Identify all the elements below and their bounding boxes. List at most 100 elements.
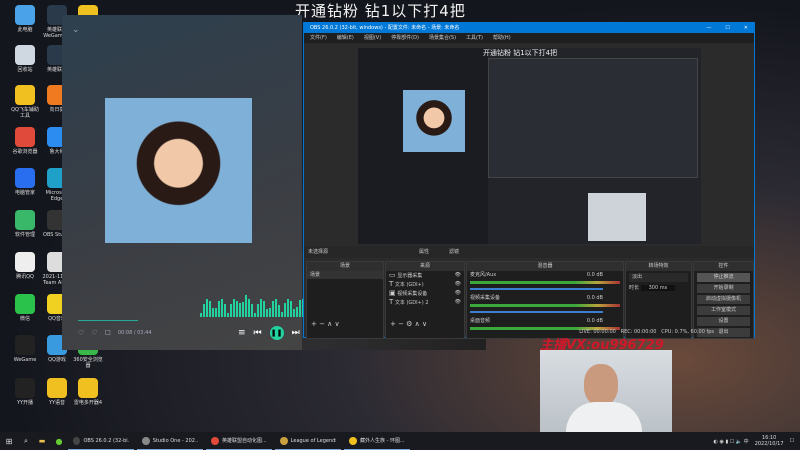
desktop-icon[interactable]: 回收站 xyxy=(9,45,41,73)
notification-icon[interactable]: ☐ xyxy=(790,438,794,444)
source-item[interactable]: T 文本 (GDI+) 2 👁 xyxy=(386,298,464,307)
desktop-icon-label: YY语音 xyxy=(48,400,66,406)
wave-bar xyxy=(299,300,301,317)
source-toolbar[interactable]: + − ⚙ ∧ ∨ xyxy=(390,320,427,328)
desktop-icon-label: 回收站 xyxy=(17,67,33,73)
wave-bar xyxy=(275,299,277,317)
app-icon xyxy=(15,210,35,230)
search-icon[interactable]: ⌕ xyxy=(18,437,34,446)
source-label: 文本 (GDI+) xyxy=(394,282,424,288)
source-item[interactable]: ▣ 视频采集设备 👁 xyxy=(386,289,464,298)
taskbar-item[interactable]: OBS 26.0.2 (32-bi... xyxy=(68,432,134,450)
desktop-icon[interactable]: WeGame xyxy=(9,335,41,363)
desktop-icon[interactable]: 谷歌浏览器 xyxy=(9,127,41,155)
source-item[interactable]: ▭ 显示器采集 👁 xyxy=(386,271,464,280)
channel-name: 麦克风/Aux xyxy=(470,272,497,278)
control-button[interactable]: 停止推流 xyxy=(697,273,750,282)
desktop-icon-label: 软件管理 xyxy=(14,232,35,238)
taskbar-item[interactable]: Studio One - 202... xyxy=(137,432,203,450)
wave-bar xyxy=(266,308,268,317)
wave-bar xyxy=(233,299,235,317)
maximize-icon[interactable]: ☐ xyxy=(725,23,729,33)
like-icon[interactable]: ♡ xyxy=(78,329,84,337)
pause-button[interactable]: ❚❚ xyxy=(269,326,284,340)
properties-button[interactable]: 属性 xyxy=(419,246,429,258)
scene-toolbar[interactable]: + − ∧ ∨ xyxy=(311,320,340,328)
desktop-icon[interactable]: 雷电多开器4 xyxy=(72,378,104,406)
desktop-icon[interactable]: 此电脑 xyxy=(9,5,41,33)
preview-canvas[interactable]: 开通钻粉 钻1以下打4把 xyxy=(358,48,701,244)
app-icon xyxy=(15,168,35,188)
progress-bar[interactable] xyxy=(78,320,138,321)
desktop-icon[interactable]: 电脑管家 xyxy=(9,168,41,196)
channel-name: 视频采集设备 xyxy=(470,295,501,301)
desktop-icon[interactable]: 腾讯QQ xyxy=(9,252,41,280)
volume-slider[interactable] xyxy=(470,288,603,290)
transition-select[interactable]: 淡出 xyxy=(629,273,688,282)
file-explorer-icon[interactable]: ▬ xyxy=(34,437,50,445)
visibility-icon[interactable]: 👁 xyxy=(455,271,464,279)
desktop-icon-label: QQ飞车辅助工具 xyxy=(11,107,39,119)
desktop-icon[interactable]: 微信 xyxy=(9,294,41,322)
menu-item[interactable]: 文件(F) xyxy=(310,33,327,43)
app-icon xyxy=(15,335,35,355)
desktop-icon[interactable]: 软件管理 xyxy=(9,210,41,238)
desktop-icon[interactable]: YY开播 xyxy=(9,378,41,406)
menu-item[interactable]: 场景集合(S) xyxy=(429,33,456,43)
menu-item[interactable]: 视图(V) xyxy=(364,33,381,43)
menu-item[interactable]: 停靠部件(D) xyxy=(391,33,419,43)
duration-input[interactable]: 300 ms xyxy=(640,285,676,291)
wave-bar xyxy=(209,300,211,317)
tray-icons[interactable]: ◐ ◉ ▮ ☐ 🔈 中 xyxy=(714,438,749,445)
scene-item[interactable]: 场景 xyxy=(307,271,383,279)
taskbar: ⊞ ⌕ ▬ ● OBS 26.0.2 (32-bi... Studio One -… xyxy=(0,432,800,450)
dislike-icon[interactable]: ♡ xyxy=(91,329,97,337)
app-icon xyxy=(211,436,219,445)
source-item[interactable]: T 文本 (GDI+) 👁 xyxy=(386,280,464,289)
wave-bar xyxy=(230,303,232,317)
wave-bar xyxy=(245,294,247,317)
wave-bar xyxy=(272,300,274,317)
collapse-chevron-icon[interactable]: ⌄ xyxy=(72,25,80,35)
desktop-icon[interactable]: YY语音 xyxy=(41,378,73,406)
control-button[interactable]: 工作室模式 xyxy=(697,306,750,315)
control-button[interactable]: 启动虚拟摄像机 xyxy=(697,295,750,304)
visibility-icon[interactable]: 👁 xyxy=(455,280,464,288)
visibility-icon[interactable]: 👁 xyxy=(455,289,464,297)
app-icon xyxy=(15,252,35,272)
control-button[interactable]: 设置 xyxy=(697,317,750,326)
menu-item[interactable]: 帮助(H) xyxy=(493,33,511,43)
app-icon[interactable]: ● xyxy=(50,437,68,446)
taskbar-item[interactable]: 英雄联盟自动化图... xyxy=(206,432,272,450)
taskbar-item[interactable]: League of Legends xyxy=(275,432,341,450)
prev-icon[interactable]: ⏮ xyxy=(254,328,262,338)
desktop-icon[interactable]: QQ飞车辅助工具 xyxy=(9,85,41,119)
taskbar-label: OBS 26.0.2 (32-bi... xyxy=(83,437,129,444)
playlist-icon[interactable]: ≡ xyxy=(238,328,246,338)
app-icon xyxy=(15,127,35,147)
panel-header: 控件 xyxy=(694,262,753,271)
visibility-icon[interactable]: 👁 xyxy=(455,298,464,306)
control-button[interactable]: 开始录制 xyxy=(697,284,750,293)
source-type-icon: ▭ xyxy=(389,271,396,279)
menu-item[interactable]: 工具(T) xyxy=(466,33,483,43)
volume-meter xyxy=(470,304,620,307)
app-icon xyxy=(15,5,35,25)
close-icon[interactable]: ✕ xyxy=(744,23,748,33)
wave-bar xyxy=(239,302,241,317)
taskbar-item[interactable]: 藏外人生族 - 环图... xyxy=(344,432,410,450)
start-icon[interactable]: ⊞ xyxy=(0,437,18,446)
desktop-icon-label: 360安全浏览器 xyxy=(73,357,103,369)
next-icon[interactable]: ⏭ xyxy=(292,328,300,338)
wave-bar xyxy=(218,300,220,317)
panel-header: 来源 xyxy=(386,262,464,271)
filters-button[interactable]: 滤镜 xyxy=(449,246,459,258)
source-type-icon: T xyxy=(389,298,394,306)
minimize-icon[interactable]: — xyxy=(706,23,711,33)
clock-date[interactable]: 2022/10/17 xyxy=(755,441,784,447)
app-icon xyxy=(280,436,288,445)
volume-slider[interactable] xyxy=(470,311,603,313)
menu-item[interactable]: 编辑(E) xyxy=(337,33,354,43)
comment-icon[interactable]: ☐ xyxy=(105,329,111,337)
source-type-icon: ▣ xyxy=(389,289,396,297)
